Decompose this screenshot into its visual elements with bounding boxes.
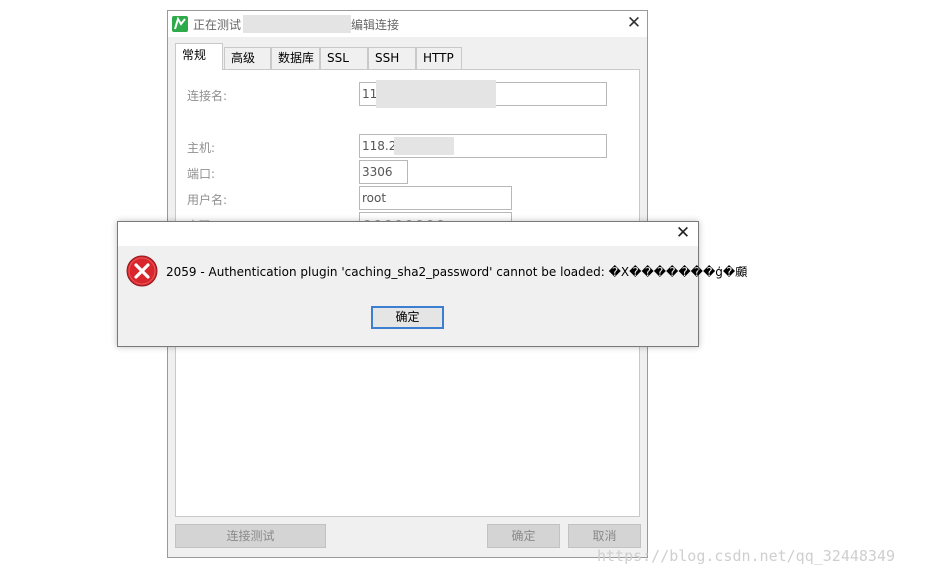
error-message: 2059 - Authentication plugin 'caching_sh… xyxy=(166,265,748,279)
tab-databases[interactable]: 数据库 xyxy=(271,47,320,69)
tab-advanced[interactable]: 高级 xyxy=(224,47,271,69)
tab-http[interactable]: HTTP xyxy=(416,47,462,69)
ok-button[interactable]: 确定 xyxy=(371,306,444,329)
app-icon xyxy=(172,16,188,32)
redaction-blur xyxy=(394,137,454,155)
tab-ssh[interactable]: SSH xyxy=(368,47,416,69)
host-label: 主机: xyxy=(187,141,216,155)
input-value: 3306 xyxy=(362,165,393,179)
tab-label: 数据库 xyxy=(278,51,315,65)
connection-name-label: 连接名: xyxy=(187,89,228,103)
tab-label: 常规 xyxy=(182,48,207,62)
input-value: 11 xyxy=(362,87,378,101)
close-button[interactable]: ✕ xyxy=(623,13,645,35)
close-button[interactable]: ✕ xyxy=(671,223,695,245)
tab-label: 高级 xyxy=(231,51,256,65)
redaction-blur xyxy=(243,15,351,33)
watermark: https://blog.csdn.net/qq_32448349 xyxy=(597,547,896,565)
tab-label: SSL xyxy=(327,51,349,65)
input-value: root xyxy=(362,191,387,205)
test-connection-button[interactable]: 连接测试 xyxy=(175,524,326,548)
close-icon: ✕ xyxy=(675,223,691,243)
port-label: 端口: xyxy=(187,167,216,181)
redaction-blur xyxy=(376,80,496,108)
title-bar: ✕ xyxy=(118,222,698,246)
error-icon xyxy=(126,255,158,287)
input-value: 118.2 xyxy=(362,139,397,153)
tab-ssl[interactable]: SSL xyxy=(320,47,368,69)
tab-label: HTTP xyxy=(423,51,454,65)
tab-general[interactable]: 常规 xyxy=(175,43,223,70)
tab-label: SSH xyxy=(375,51,400,65)
ok-button[interactable]: 确定 xyxy=(487,524,560,548)
username-label: 用户名: xyxy=(187,193,228,207)
username-input[interactable]: root xyxy=(359,186,512,210)
error-dialog: ✕ 2059 - Authentication plugin 'caching_… xyxy=(117,221,747,347)
title-bar: 正在测试 编辑连接 ✕ xyxy=(168,11,647,37)
close-icon: ✕ xyxy=(626,13,642,33)
cancel-button[interactable]: 取消 xyxy=(568,524,641,548)
port-input[interactable]: 3306 xyxy=(359,160,408,184)
